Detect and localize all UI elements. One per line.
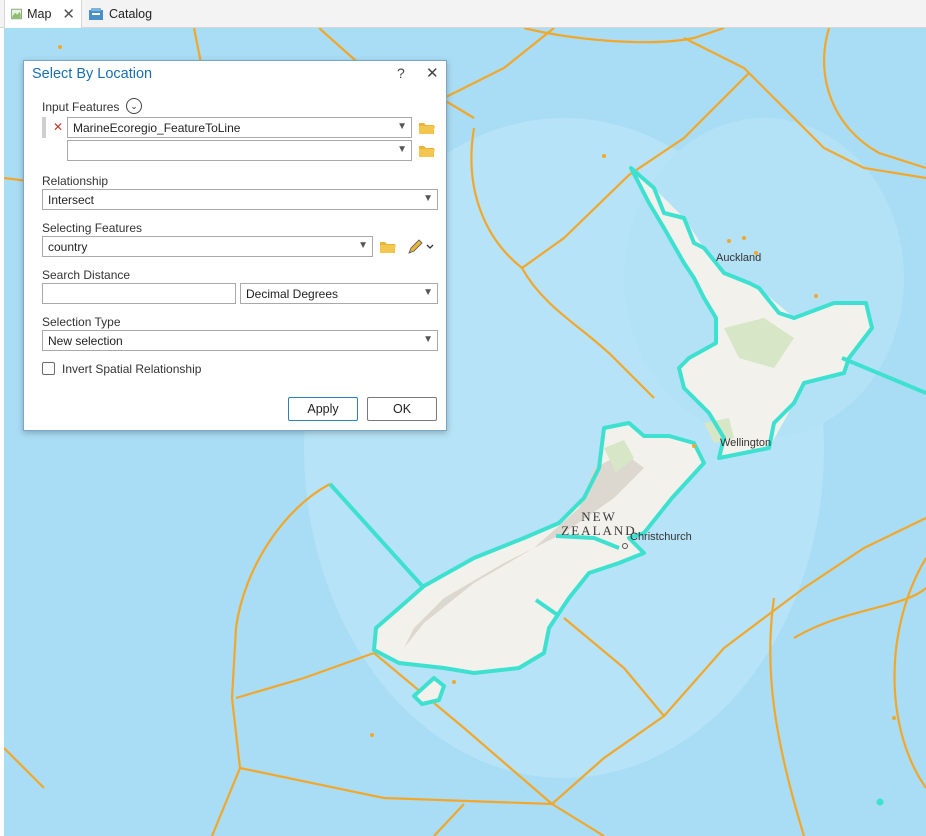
expand-chevron-icon[interactable]: ⌄ (126, 98, 142, 114)
island-dot-cyan (876, 798, 884, 806)
help-button[interactable]: ? (397, 65, 405, 81)
country-label-line1: NEW (581, 509, 617, 524)
island-dot (742, 236, 746, 240)
input-features-combo-2[interactable]: ▼ (67, 140, 412, 161)
christchurch-label: Christchurch (630, 531, 692, 543)
island-dot (370, 733, 374, 737)
ecoregion-line (793, 587, 926, 639)
dialog-title: Select By Location (32, 66, 153, 82)
relationship-value: Intersect (48, 192, 95, 207)
row-grip[interactable] (42, 117, 46, 138)
browse-folder-icon[interactable] (379, 240, 397, 254)
island-dot (58, 45, 62, 49)
selecting-features-combo[interactable]: country ▼ (42, 236, 373, 257)
ecoregion-line (523, 28, 725, 44)
chevron-down-icon: ▼ (358, 240, 368, 251)
remove-row-icon[interactable]: ✕ (53, 120, 63, 134)
wellington-label: Wellington (720, 437, 772, 449)
distance-unit-select[interactable]: Decimal Degrees ▼ (240, 283, 438, 304)
chevron-down-icon: ▼ (397, 121, 407, 132)
search-distance-input[interactable] (42, 283, 236, 304)
country-label: NEW ZEALAND (559, 510, 639, 538)
chevron-down-icon: ▼ (423, 334, 433, 345)
close-tab-icon[interactable]: ✕ (62, 7, 75, 22)
invert-label: Invert Spatial Relationship (62, 362, 202, 376)
catalog-icon (89, 8, 103, 20)
island-dot (692, 444, 696, 448)
chevron-down-icon: ▼ (423, 287, 433, 298)
relationship-label: Relationship (42, 174, 109, 188)
browse-folder-icon[interactable] (418, 121, 436, 135)
chevron-down-icon: ▼ (423, 193, 433, 204)
island-dot (602, 154, 606, 158)
ecoregion-line (235, 651, 375, 700)
selecting-features-label: Selecting Features (42, 221, 143, 235)
apply-button[interactable]: Apply (288, 397, 358, 421)
island-dot (452, 680, 456, 684)
tab-catalog-label: Catalog (109, 7, 153, 21)
selection-type-value: New selection (48, 333, 123, 348)
selection-type-label: Selection Type (42, 315, 121, 329)
auckland-label: Auckland (716, 252, 762, 264)
invert-checkbox[interactable] (42, 362, 55, 375)
country-label-line2: ZEALAND (561, 523, 637, 538)
search-distance-label: Search Distance (42, 268, 131, 282)
island-dot (892, 716, 896, 720)
island-dot (814, 294, 818, 298)
tab-catalog[interactable]: Catalog (82, 0, 162, 28)
map-icon (11, 8, 22, 20)
ecoregion-line (443, 28, 555, 99)
distance-unit-value: Decimal Degrees (246, 286, 339, 301)
chevron-down-icon: ▼ (397, 144, 407, 155)
ecoregion-line (4, 747, 45, 789)
input-features-label: Input Features (42, 100, 120, 114)
close-dialog-button[interactable]: ✕ (426, 64, 439, 82)
selection-type-select[interactable]: New selection ▼ (42, 330, 438, 351)
tab-map-label: Map (27, 7, 52, 21)
relationship-select[interactable]: Intersect ▼ (42, 189, 438, 210)
pane-tab-bar: Map ✕ Catalog (0, 0, 926, 28)
input-features-value-1: MarineEcoregio_FeatureToLine (73, 120, 241, 135)
ecoregion-line (433, 803, 465, 836)
ok-button[interactable]: OK (367, 397, 437, 421)
browse-folder-icon[interactable] (418, 144, 436, 158)
selecting-features-value: country (48, 239, 88, 254)
select-by-location-dialog: Select By Location ? ✕ Input Features ⌄ … (23, 60, 447, 431)
input-features-combo-1[interactable]: MarineEcoregio_FeatureToLine ▼ (67, 117, 412, 138)
sketch-pencil-icon[interactable] (407, 239, 435, 255)
island-dot (727, 239, 731, 243)
ecoregion-line (551, 803, 605, 836)
tab-map[interactable]: Map ✕ (4, 0, 82, 28)
